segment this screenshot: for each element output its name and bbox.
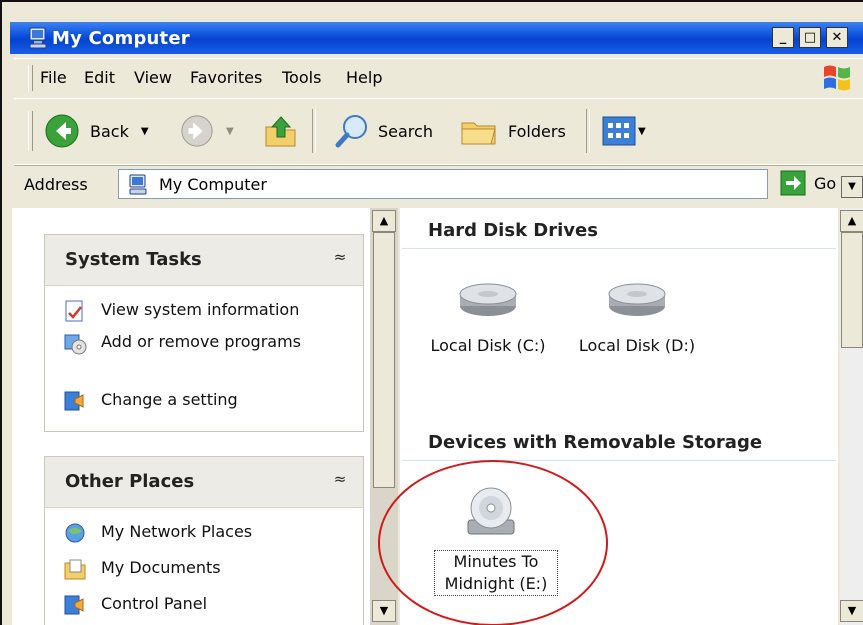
system-tasks-title: System Tasks — [65, 249, 202, 270]
search-label: Search — [378, 121, 433, 141]
menu-help[interactable]: Help — [346, 68, 382, 87]
up-folder-button[interactable] — [264, 113, 298, 149]
add-remove-programs-icon — [64, 334, 87, 355]
back-label: Back — [90, 121, 129, 141]
forward-dropdown-icon[interactable]: ▼ — [226, 126, 234, 137]
views-button[interactable]: ▼ — [602, 113, 646, 149]
cd-drive-icon — [467, 487, 515, 535]
place-label: My Documents — [101, 558, 221, 577]
go-arrow-icon — [780, 170, 806, 196]
scroll-thumb[interactable] — [841, 232, 863, 348]
back-button[interactable]: Back ▼ — [44, 113, 149, 149]
task-label: Change a setting — [101, 390, 238, 409]
drive-local-disk-c[interactable]: Local Disk (C:) — [426, 280, 550, 355]
hard-disk-icon — [608, 283, 666, 316]
back-arrow-icon — [45, 114, 79, 148]
scroll-thumb[interactable] — [373, 232, 395, 488]
system-tasks-panel: System Tasks ≈ View system information A… — [44, 234, 364, 432]
address-bar: Address My Computer ▼ Go — [14, 164, 863, 205]
menu-tools[interactable]: Tools — [282, 68, 321, 87]
views-icon — [602, 116, 636, 146]
folders-icon — [461, 122, 496, 145]
my-computer-icon — [129, 174, 147, 195]
drive-e-label[interactable]: Minutes To Midnight (E:) — [434, 550, 558, 596]
control-panel-icon — [64, 595, 84, 615]
drive-label: Local Disk (D:) — [578, 336, 696, 355]
explorer-window: My Computer _ □ ✕ File Edit View Favorit… — [0, 0, 863, 625]
scroll-up-arrow-icon[interactable]: ▲ — [840, 210, 863, 232]
menu-edit[interactable]: Edit — [84, 68, 115, 87]
collapse-chevron-icon[interactable]: ≈ — [329, 246, 351, 268]
drive-label-line1: Minutes To — [453, 552, 539, 571]
scroll-down-arrow-icon[interactable]: ▼ — [372, 600, 396, 622]
scroll-up-arrow-icon[interactable]: ▲ — [372, 210, 396, 232]
content-scrollbar[interactable]: ▲ ▼ — [840, 208, 863, 625]
close-button[interactable]: ✕ — [826, 27, 848, 48]
maximize-button[interactable]: □ — [799, 27, 821, 48]
other-places-panel: Other Places ≈ My Network Places My Docu… — [44, 456, 364, 625]
other-places-header[interactable]: Other Places ≈ — [45, 457, 363, 508]
place-label: Control Panel — [101, 594, 208, 613]
go-button[interactable]: Go — [780, 170, 836, 196]
group-divider — [402, 248, 836, 249]
menu-favorites[interactable]: Favorites — [190, 68, 262, 87]
my-computer-icon — [29, 27, 47, 49]
views-dropdown-icon[interactable]: ▼ — [638, 126, 646, 137]
removable-storage-heading: Devices with Removable Storage — [428, 432, 763, 453]
address-label: Address — [24, 175, 88, 194]
menu-grip[interactable] — [28, 65, 33, 91]
menu-view[interactable]: View — [134, 68, 172, 87]
collapse-chevron-icon[interactable]: ≈ — [329, 468, 351, 490]
title-bar[interactable]: My Computer _ □ ✕ — [10, 22, 863, 54]
windows-logo-icon — [824, 65, 850, 91]
window-title: My Computer — [52, 28, 190, 49]
toolbar-grip[interactable] — [28, 111, 33, 151]
place-label: My Network Places — [101, 522, 253, 541]
group-divider — [402, 460, 836, 461]
other-places-title: Other Places — [65, 471, 195, 492]
folders-label: Folders — [508, 121, 566, 141]
system-info-icon — [65, 300, 83, 322]
address-input[interactable]: My Computer ▼ — [118, 169, 863, 199]
task-label: View system information — [101, 300, 300, 319]
scroll-down-arrow-icon[interactable]: ▼ — [840, 600, 863, 622]
network-places-icon — [65, 523, 85, 543]
standard-toolbar: Back ▼ ▼ Search Folders ▼ — [14, 98, 863, 166]
task-label: Add or remove programs — [101, 332, 301, 351]
system-tasks-header[interactable]: System Tasks ≈ — [45, 235, 363, 286]
address-dropdown-button[interactable]: ▼ — [841, 176, 863, 198]
up-folder-icon — [265, 116, 296, 147]
folders-button[interactable]: Folders — [458, 113, 566, 149]
task-pane-scrollbar[interactable]: ▲ ▼ — [370, 208, 398, 625]
my-documents-icon — [64, 559, 86, 580]
forward-arrow-icon — [181, 115, 213, 147]
search-icon — [335, 115, 367, 148]
toolbar-separator — [312, 109, 316, 153]
drive-cd-e[interactable] — [456, 484, 526, 546]
control-panel-icon — [64, 391, 84, 411]
minimize-button[interactable]: _ — [772, 27, 794, 48]
drive-local-disk-d[interactable]: Local Disk (D:) — [564, 280, 710, 355]
back-dropdown-icon[interactable]: ▼ — [141, 126, 149, 137]
go-label: Go — [814, 173, 837, 193]
address-value: My Computer — [159, 175, 267, 194]
task-pane: System Tasks ≈ View system information A… — [12, 208, 370, 625]
drive-label: Local Disk (C:) — [430, 336, 546, 355]
hard-disk-icon — [459, 283, 517, 316]
search-button[interactable]: Search — [334, 113, 433, 149]
menu-file[interactable]: File — [40, 68, 67, 87]
drive-label-line2: Midnight (E:) — [444, 574, 548, 593]
forward-button[interactable]: ▼ — [180, 113, 234, 149]
hard-disk-drives-heading: Hard Disk Drives — [428, 220, 598, 241]
menu-bar: File Edit View Favorites Tools Help — [14, 58, 863, 95]
toolbar-separator — [586, 109, 590, 153]
